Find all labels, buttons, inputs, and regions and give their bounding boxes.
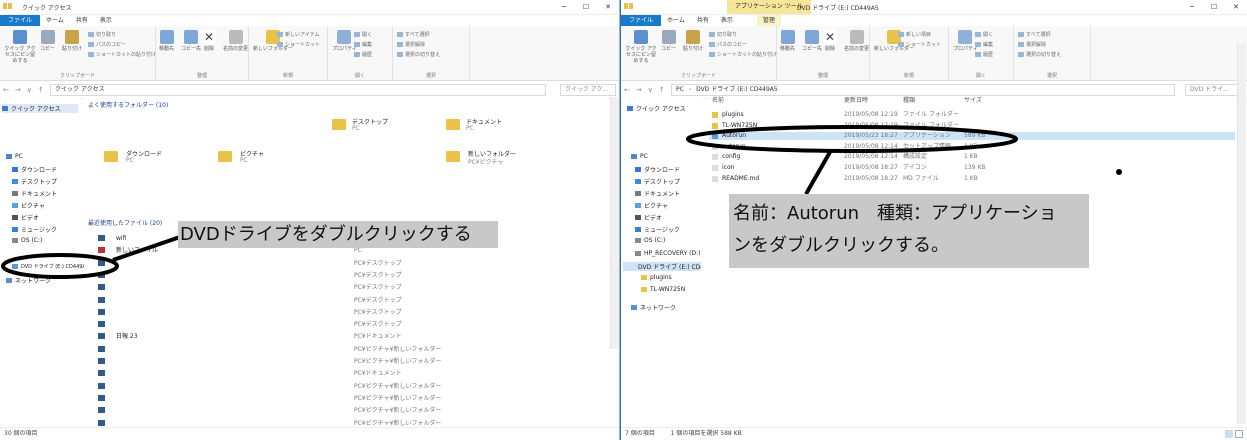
callout-right-line-1: 名前：Autorun 種類：アプリケーショ: [733, 203, 1057, 224]
instruction-callout-right: 名前：Autorun 種類：アプリケーショ ンをダブルクリックする。: [729, 194, 1089, 268]
callout-line-left: [112, 235, 181, 262]
callout-right-line-2: ンをダブルクリックする。: [733, 235, 949, 256]
dot-mark: [1116, 169, 1122, 175]
callout-line-right: [804, 151, 832, 195]
instruction-callout-left: DVDドライブをダブルクリックする: [178, 221, 498, 248]
highlight-ellipse-dvd-drive: [1, 253, 119, 279]
highlight-ellipse-autorun: [686, 125, 1018, 153]
